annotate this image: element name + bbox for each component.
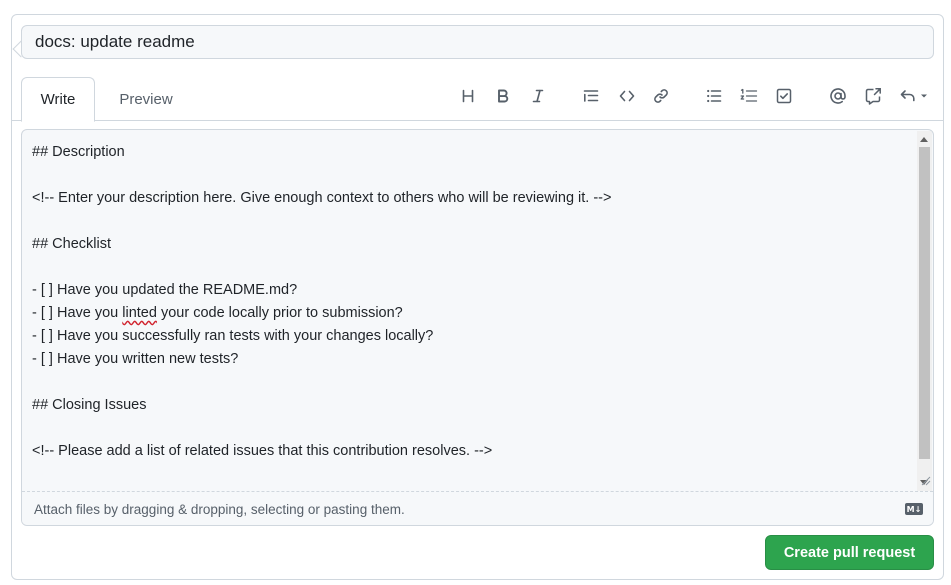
body-line: ## Description [32,144,125,160]
scroll-up-icon[interactable] [920,137,928,142]
misspelled-word: linted [122,305,157,321]
attach-files-text: Attach files by dragging & dropping, sel… [34,502,405,517]
body-line: - [ ] Have you written new tests? [32,351,239,367]
mention-icon[interactable] [825,84,851,108]
ordered-list-icon[interactable] [736,84,762,108]
vertical-scrollbar[interactable] [917,131,932,491]
body-line: <!-- Enter your description here. Give e… [32,190,612,206]
cross-reference-icon[interactable] [860,84,886,108]
create-pull-request-button[interactable]: Create pull request [765,535,934,570]
quote-icon[interactable] [578,84,604,108]
body-line: ## Checklist [32,236,111,252]
reply-icon[interactable] [898,84,932,108]
body-line: <!-- Please add a list of related issues… [32,443,493,459]
attach-files-bar[interactable]: Attach files by dragging & dropping, sel… [22,491,933,525]
markdown-icon[interactable]: M↓ [905,503,923,515]
chevron-down-icon [921,94,927,98]
code-icon[interactable] [614,84,640,108]
body-line [32,417,912,440]
unordered-list-icon[interactable] [701,84,727,108]
body-line: - [ ] Have you linted your code locally … [32,302,912,325]
tab-write[interactable]: Write [21,77,95,122]
body-textarea[interactable]: ## Description <!-- Enter your descriptio… [21,129,934,526]
title-input[interactable] [21,25,934,59]
body-line [32,256,912,279]
scrollbar-thumb[interactable] [919,147,930,459]
body-line: ## Closing Issues [32,397,147,413]
heading-icon[interactable] [455,84,481,108]
body-line [32,210,912,233]
body-line-prefix: - [ ] Have you [32,305,123,321]
body-text[interactable]: ## Description <!-- Enter your descriptio… [32,141,912,463]
italic-icon[interactable] [525,84,551,108]
body-line [32,164,912,187]
body-line-rest: your code locally prior to submission? [156,305,403,321]
tab-preview[interactable]: Preview [106,77,186,122]
task-list-icon[interactable] [771,84,797,108]
link-icon[interactable] [648,84,674,108]
resize-grip-icon[interactable] [919,473,931,486]
body-line: - [ ] Have you updated the README.md? [32,282,298,298]
body-line [32,371,912,394]
bold-icon[interactable] [490,84,516,108]
body-line: - [ ] Have you successfully ran tests wi… [32,328,434,344]
